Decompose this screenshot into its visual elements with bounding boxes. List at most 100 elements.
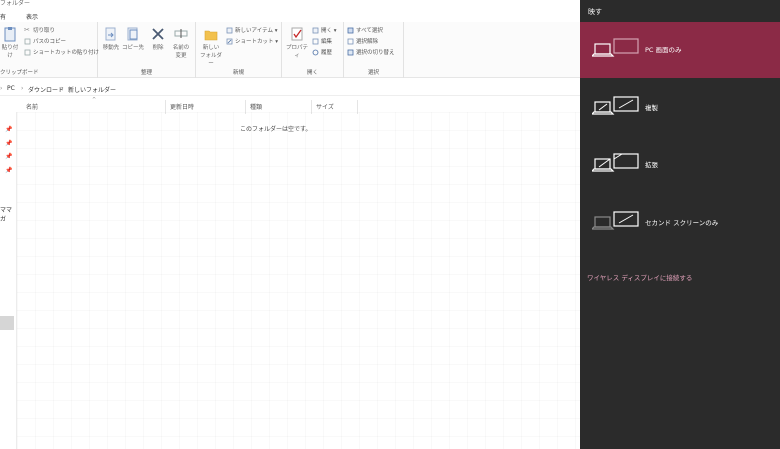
move-to-button[interactable]: 移動先	[100, 26, 122, 52]
delete-button[interactable]: 削除	[147, 26, 169, 52]
properties-button[interactable]: プロパティ	[284, 26, 310, 60]
invert-selection-label: 選択の切り替え	[356, 50, 395, 56]
address-sep-2: ›	[61, 85, 64, 92]
new-group: 新しい フォルダー 新しいアイテム ▾ ショートカット ▾ 新規	[196, 22, 282, 78]
extend-icon	[592, 153, 639, 172]
duplicate-icon	[592, 96, 639, 115]
breadcrumb-new-folder[interactable]: 新しいフォルダー	[68, 85, 116, 94]
shortcut-button[interactable]: ショートカット ▾	[226, 37, 278, 45]
nav-selected-item[interactable]	[0, 316, 14, 330]
rename-button[interactable]: 名前の 変更	[170, 26, 192, 60]
invert-selection-icon	[347, 49, 354, 55]
nav-item-text[interactable]: ママガ	[0, 205, 16, 223]
pin-icon[interactable]: 📌	[5, 126, 12, 133]
paste-shortcut-label: ショートカットの貼り付け	[33, 50, 100, 56]
shortcut-label: ショートカット ▾	[235, 39, 279, 45]
edit-icon	[312, 38, 319, 44]
pin-icon[interactable]: 📌	[5, 167, 12, 174]
copy-to-button[interactable]: コピー先	[122, 26, 144, 52]
paste-button[interactable]: 貼り付け	[0, 26, 20, 60]
move-to-label: 移動先	[102, 45, 120, 51]
new-folder-button[interactable]: 新しい フォルダー	[198, 26, 224, 68]
navigation-pane: 📌 📌 📌 📌 ママガ	[0, 112, 16, 449]
properties-label: プロパティ	[285, 45, 308, 59]
ribbon: 貼り付け ✂ 切り取り パスのコピー ショートカットの貼り付け クリップボード …	[0, 22, 580, 78]
organize-group: 移動先 コピー先 削除 名前の 変更 整理	[98, 22, 196, 78]
address-bar[interactable]: › PC › ダウンロード › 新しいフォルダー	[0, 82, 580, 96]
address-sep-0: ›	[0, 85, 3, 92]
paste-label: 貼り付け	[1, 45, 19, 59]
pin-icon[interactable]: 📌	[5, 153, 12, 160]
edit-button[interactable]: 編集	[312, 37, 332, 45]
properties-check-icon	[291, 27, 303, 41]
copy-path-label: パスのコピー	[33, 39, 67, 45]
pin-icon[interactable]: 📌	[5, 140, 12, 147]
tab-view[interactable]: 表示	[26, 12, 38, 21]
open-button[interactable]: 開く ▾	[312, 26, 337, 34]
column-size[interactable]: サイズ	[316, 102, 334, 111]
breadcrumb-downloads[interactable]: ダウンロード	[28, 85, 64, 94]
open-icon	[312, 27, 319, 33]
new-folder-label-2: フォルダー	[199, 53, 222, 67]
new-group-label: 新規	[232, 70, 244, 76]
file-list-area[interactable]	[17, 112, 580, 449]
history-label: 履歴	[321, 50, 333, 56]
paste-shortcut-button[interactable]: ショートカットの貼り付け	[24, 48, 99, 56]
cut-button[interactable]: ✂ 切り取り	[24, 26, 55, 34]
nav-pane-divider[interactable]	[16, 112, 17, 449]
select-group-label: 選択	[367, 70, 379, 76]
open-label: 開く ▾	[321, 28, 337, 34]
copy-path-icon	[24, 38, 31, 44]
open-group-label: 開く	[306, 70, 318, 76]
copy-path-button[interactable]: パスのコピー	[24, 37, 66, 45]
select-none-icon	[347, 38, 354, 44]
window-title: フォルダー	[0, 0, 31, 7]
scissors-icon: ✂	[24, 25, 30, 34]
copy-to-icon	[127, 27, 138, 41]
history-button[interactable]: 履歴	[312, 48, 332, 56]
option-label: セカンド スクリーンのみ	[645, 219, 719, 227]
rename-label-2: 変更	[175, 53, 187, 59]
copy-to-label: コピー先	[122, 45, 145, 51]
move-to-icon	[105, 27, 116, 41]
cut-label: 切り取り	[33, 28, 56, 34]
new-item-button[interactable]: 新しいアイテム ▾	[226, 26, 277, 34]
paste-shortcut-icon	[24, 49, 31, 55]
project-panel: 映す PC 画面のみ 複製 拡張 セカンド スクリーンのみ ワイヤレス ディスプ…	[580, 0, 780, 449]
option-pc-screen-only[interactable]: PC 画面のみ	[580, 22, 780, 78]
delete-x-icon	[152, 28, 164, 40]
pc-screen-only-icon	[592, 38, 639, 57]
column-name[interactable]: 名前	[26, 102, 38, 111]
option-extend[interactable]: 拡張	[580, 137, 780, 193]
select-all-button[interactable]: すべて選択	[347, 26, 383, 34]
second-screen-only-icon	[592, 211, 639, 230]
edit-label: 編集	[321, 39, 333, 45]
option-label: 拡張	[645, 161, 658, 169]
column-modified[interactable]: 更新日時	[170, 102, 194, 111]
delete-label: 削除	[152, 45, 164, 51]
clipboard-group: 貼り付け ✂ 切り取り パスのコピー ショートカットの貼り付け クリップボード	[0, 22, 99, 78]
connect-wireless-display-link[interactable]: ワイヤレス ディスプレイに接続する	[587, 272, 692, 282]
clipboard-group-label: クリップボード	[0, 70, 39, 76]
invert-selection-button[interactable]: 選択の切り替え	[347, 48, 395, 56]
select-all-icon	[347, 27, 354, 33]
open-group: プロパティ 開く ▾ 編集 履歴 開く	[282, 22, 344, 78]
new-item-icon	[226, 27, 233, 33]
project-panel-title: 映す	[588, 8, 602, 16]
tab-share[interactable]: 有	[0, 12, 6, 21]
rename-icon	[174, 29, 188, 38]
option-label: 複製	[645, 104, 658, 112]
new-folder-label-1: 新しい	[202, 45, 220, 51]
select-none-button[interactable]: 選択解除	[347, 37, 378, 45]
select-all-label: すべて選択	[356, 28, 383, 34]
option-second-screen-only[interactable]: セカンド スクリーンのみ	[580, 195, 780, 251]
option-duplicate[interactable]: 複製	[580, 80, 780, 136]
file-explorer-window: フォルダー 有 表示 貼り付け ✂ 切り取り パスのコピー ショートカットの貼り…	[0, 0, 580, 449]
rename-label-1: 名前の	[172, 45, 190, 51]
option-label: PC 画面のみ	[645, 46, 682, 54]
empty-folder-message: このフォルダーは空です。	[240, 126, 312, 133]
breadcrumb-pc[interactable]: PC	[7, 85, 15, 92]
column-type[interactable]: 種類	[250, 102, 262, 111]
history-icon	[312, 49, 319, 55]
select-group: すべて選択 選択解除 選択の切り替え 選択	[344, 22, 404, 78]
